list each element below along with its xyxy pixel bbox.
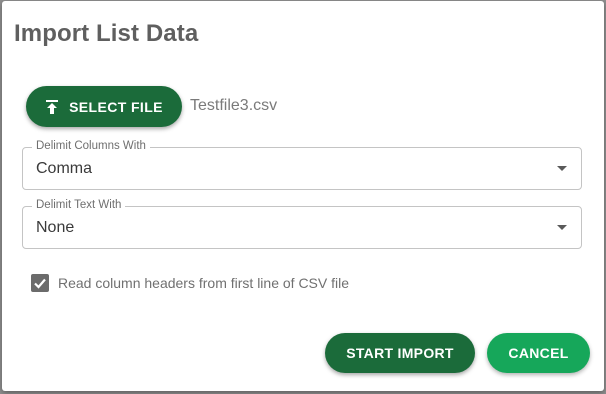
delimit-text-select[interactable]: Delimit Text With None — [22, 199, 582, 249]
read-headers-checkbox[interactable] — [31, 274, 49, 292]
selected-file-name: Testfile3.csv — [190, 97, 278, 114]
dialog-title: Import List Data — [14, 20, 199, 47]
delimit-columns-select[interactable]: Delimit Columns With Comma — [22, 140, 582, 190]
import-dialog: Import List Data SELECT FILE Testfile3.c… — [2, 1, 604, 391]
delimit-text-label: Delimit Text With — [32, 199, 126, 211]
select-file-button[interactable]: SELECT FILE — [26, 86, 182, 127]
dropdown-arrow-icon — [557, 166, 567, 171]
read-headers-label: Read column headers from first line of C… — [58, 275, 350, 291]
delimit-text-value: None — [36, 219, 75, 236]
checkmark-icon — [34, 278, 46, 289]
cancel-button[interactable]: CANCEL — [487, 333, 590, 373]
dropdown-arrow-icon — [557, 225, 567, 230]
select-file-label: SELECT FILE — [69, 98, 163, 115]
start-import-button[interactable]: START IMPORT — [325, 333, 475, 373]
delimit-columns-value: Comma — [36, 160, 93, 177]
upload-icon — [45, 99, 59, 115]
delimit-columns-label: Delimit Columns With — [32, 140, 150, 152]
